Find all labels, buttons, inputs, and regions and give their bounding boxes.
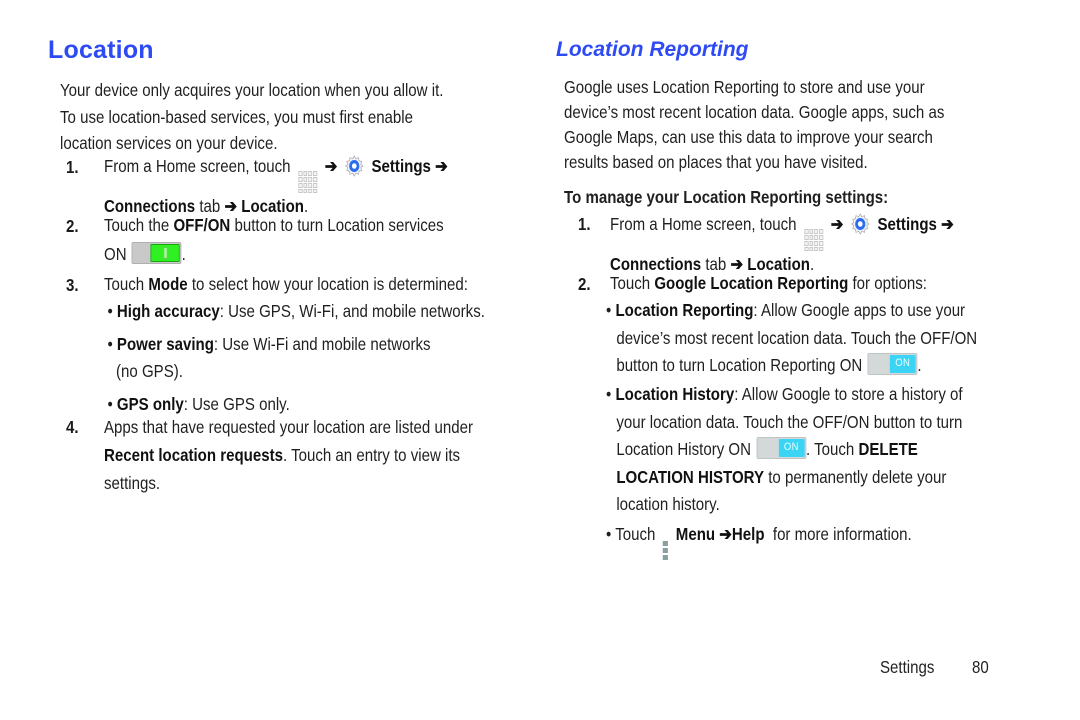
subheading: To manage your Location Reporting settin… [564, 187, 889, 207]
arrow-icon: ➔ [830, 214, 844, 234]
step-4: Apps that have requested your location a… [104, 417, 473, 493]
page-title: Location [48, 36, 154, 64]
location-reporting-toggle[interactable]: ON [867, 353, 918, 375]
step-2: Touch the OFF/ON button to turn Location… [104, 215, 444, 264]
apps-icon [804, 229, 824, 252]
apps-icon [298, 171, 318, 194]
reporting-intro: Google uses Location Reporting to store … [564, 77, 945, 172]
step-number: 4. [66, 417, 79, 437]
step-number: 1. [66, 157, 79, 177]
step-number: 1. [578, 214, 591, 234]
bullet-power-saving: • Power saving: Use Wi-Fi and mobile net… [107, 334, 431, 354]
arrow-icon: ➔ [719, 524, 732, 544]
step-2: Touch Google Location Reporting for opti… [610, 273, 927, 293]
arrow-icon: ➔ [324, 156, 338, 176]
intro-paragraph: Your device only acquires your location … [60, 80, 444, 153]
bullet-location-reporting: • Location Reporting: Allow Google apps … [606, 300, 978, 375]
page-number: 80 [972, 657, 989, 677]
step-number: 2. [578, 274, 591, 294]
settings-gear-icon [345, 155, 364, 177]
step-3: Touch Mode to select how your location i… [104, 271, 485, 418]
footer-section: Settings [880, 657, 935, 677]
section-title: Location Reporting [556, 38, 749, 61]
step-number: 3. [66, 275, 79, 295]
step-1: From a Home screen, touch ➔ Settings ➔ C… [104, 155, 448, 217]
bullet-menu-help: • Touch Menu ➔Help for more information. [606, 521, 912, 560]
bullet-location-history: • Location History: Allow Google to stor… [606, 384, 963, 514]
settings-gear-icon [851, 213, 870, 235]
location-toggle[interactable] [131, 241, 182, 264]
step-number: 2. [66, 216, 79, 236]
location-history-toggle[interactable]: ON [756, 437, 807, 459]
menu-icon [662, 541, 669, 560]
step-1: From a Home screen, touch ➔ Settings ➔ C… [610, 213, 954, 275]
bullet-high-accuracy: • High accuracy: Use GPS, Wi-Fi, and mob… [107, 300, 485, 321]
